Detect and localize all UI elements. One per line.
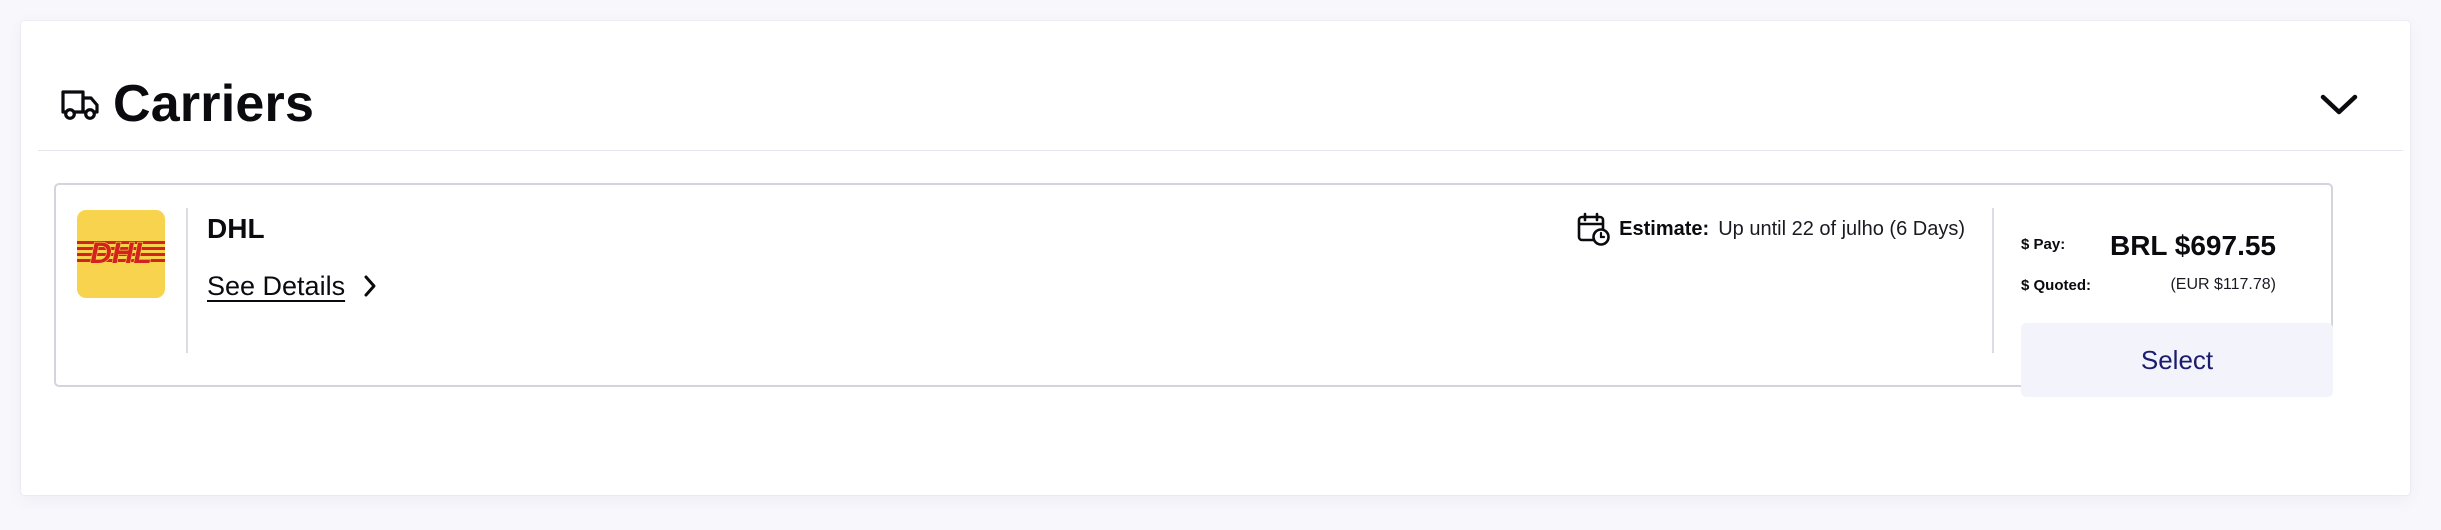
- quoted-label: $ Quoted:: [2021, 277, 2091, 294]
- carriers-header: Carriers: [38, 50, 2403, 150]
- chevron-right-icon: [364, 275, 376, 297]
- see-details-label: See Details: [207, 271, 346, 301]
- truck-icon: [61, 90, 99, 120]
- calendar-clock-icon: [1577, 212, 1610, 246]
- logo-text: DHL: [90, 237, 152, 270]
- dhl-logo-mark: DHL: [77, 236, 165, 271]
- header-divider: [38, 150, 2403, 151]
- collapse-button[interactable]: [2317, 85, 2361, 125]
- quoted-value: (EUR $117.78): [2170, 276, 2276, 293]
- dhl-logo: DHL: [77, 210, 165, 298]
- pay-row: $ Pay: BRL $697.55: [2021, 230, 2276, 264]
- carrier-name: DHL: [207, 213, 265, 244]
- pay-value: BRL $697.55: [2109, 230, 2276, 261]
- quoted-row: $ Quoted: (EUR $117.78): [2021, 274, 2276, 298]
- card-divider-left: [186, 208, 188, 353]
- delivery-estimate: Estimate: Up until 22 of julho (6 Days): [1576, 212, 1965, 246]
- see-details-link[interactable]: See Details: [207, 269, 377, 303]
- pay-label: $ Pay:: [2021, 236, 2066, 253]
- carrier-card: DHL DHL See Details Estimate: Up until 2…: [54, 183, 2333, 387]
- chevron-down-icon: [2320, 94, 2358, 115]
- estimate-value: Up until 22 of julho (6 Days): [1718, 218, 1965, 240]
- select-carrier-button[interactable]: Select: [2021, 323, 2333, 397]
- section-title: Carriers: [113, 75, 315, 133]
- estimate-label: Estimate:: [1619, 218, 1710, 240]
- card-divider-right: [1992, 208, 1994, 353]
